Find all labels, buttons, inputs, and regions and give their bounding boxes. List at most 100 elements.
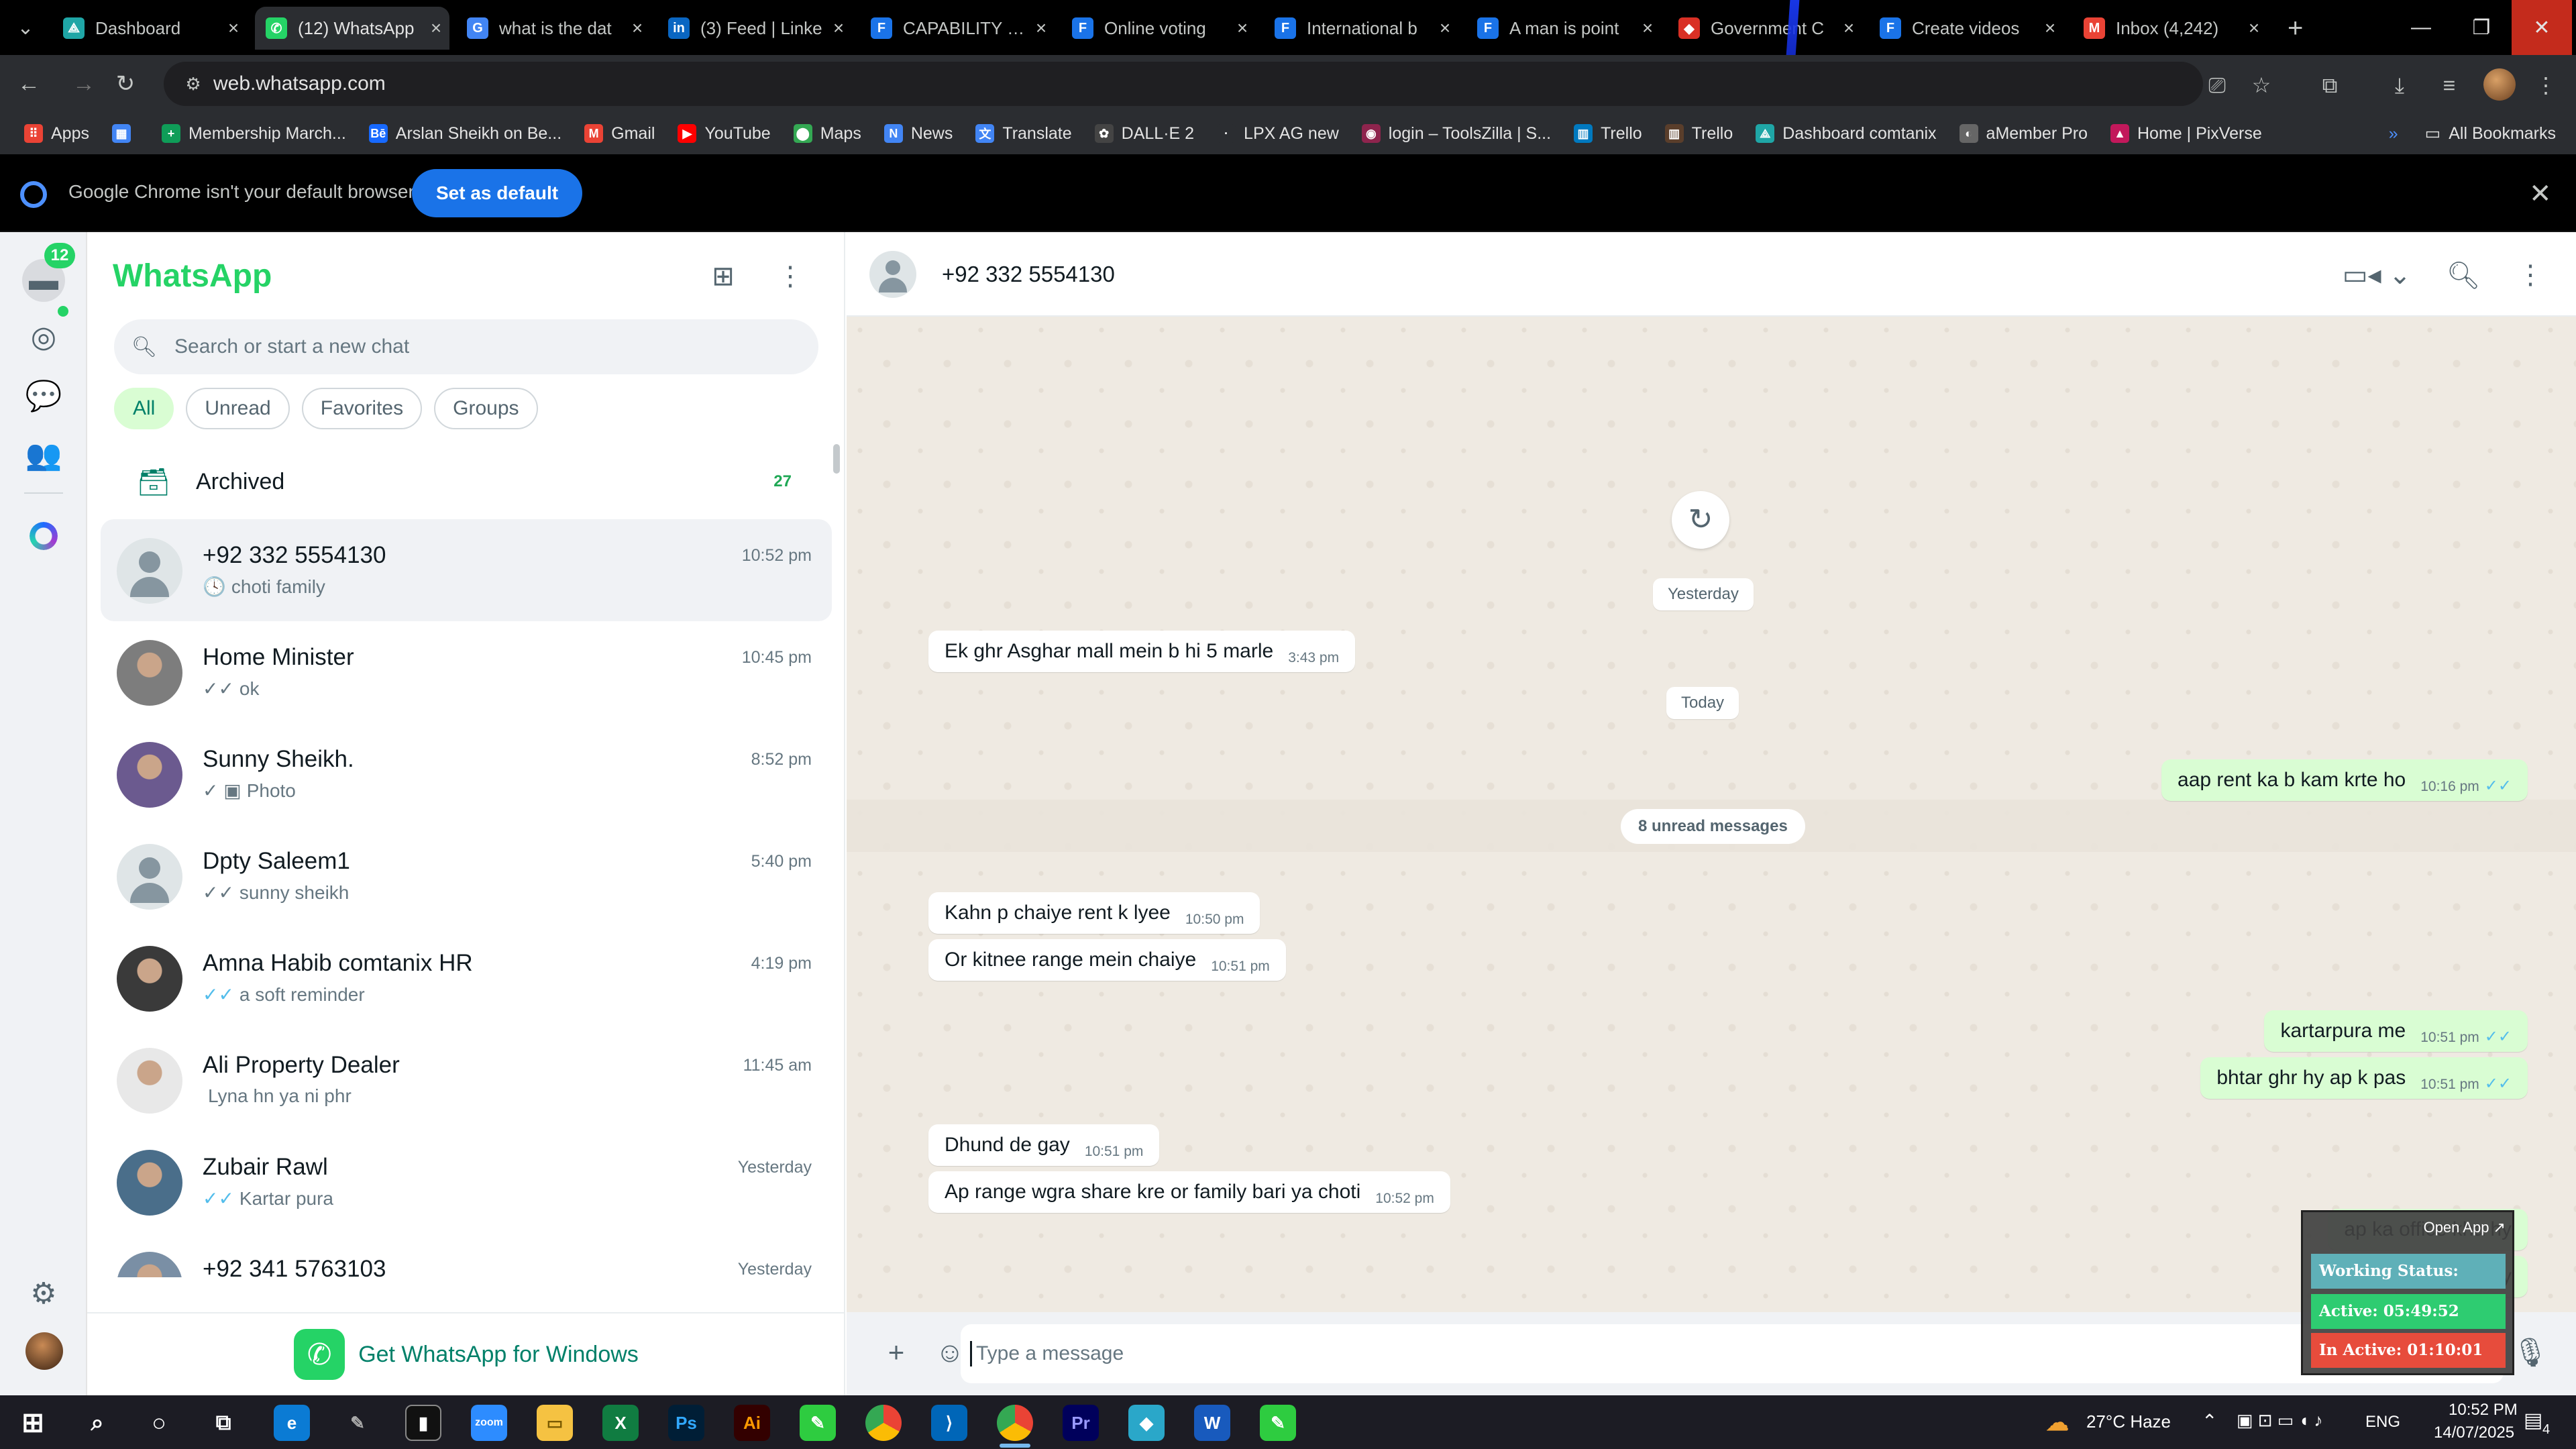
cortana-icon[interactable]: ○ — [141, 1405, 177, 1441]
file-explorer-icon[interactable]: ▭ — [537, 1405, 573, 1441]
new-tab-button[interactable]: + — [2288, 13, 2303, 44]
url-text[interactable]: web.whatsapp.com — [213, 72, 386, 95]
language-indicator[interactable]: ENG — [2365, 1413, 2400, 1432]
tab-title[interactable]: A man is point — [1509, 18, 1634, 39]
chat-avatar[interactable] — [117, 1252, 182, 1277]
incoming-message[interactable]: Dhund de gay 10:51 pm — [928, 1124, 1160, 1166]
settings-icon[interactable]: ⚙ — [22, 1272, 65, 1315]
tab-title[interactable]: Inbox (4,242) — [2116, 18, 2241, 39]
tab-title[interactable]: International b — [1307, 18, 1432, 39]
notification-center-icon[interactable]: ▤ — [2524, 1409, 2542, 1432]
tray-chevron-icon[interactable]: ⌃ — [2202, 1410, 2217, 1432]
chat-avatar[interactable] — [117, 742, 182, 808]
tab-close-icon[interactable]: × — [1432, 17, 1458, 39]
search-input[interactable]: 🔍︎ Search or start a new chat — [114, 319, 818, 374]
browser-tab[interactable]: ◆ Government C × — [1668, 7, 1862, 50]
tab-close-icon[interactable]: × — [2037, 17, 2063, 39]
new-chat-icon[interactable]: ⊞ — [703, 256, 743, 297]
edge-icon[interactable]: e — [274, 1405, 310, 1441]
media-controls-icon[interactable]: ≡ — [2432, 68, 2466, 102]
zoom-icon[interactable]: zoom — [471, 1405, 507, 1441]
chat-row[interactable]: +92 341 5763103⚲LocationYesterday — [101, 1233, 832, 1277]
attach-icon[interactable]: + — [876, 1332, 916, 1373]
tab-close-icon[interactable]: × — [825, 17, 852, 39]
tab-close-icon[interactable]: × — [1634, 17, 1661, 39]
chat-row[interactable]: Amna Habib comtanix HR ✓✓ a soft reminder 4… — [101, 927, 832, 1029]
incoming-message[interactable]: Ap range wgra share kre or family bari y… — [928, 1171, 1450, 1213]
install-app-icon[interactable]: ⎚ — [2200, 68, 2234, 102]
profile-avatar[interactable] — [2483, 68, 2516, 101]
incoming-message[interactable]: Ek ghr Asghar mall mein b hi 5 marle 3:43… — [928, 631, 1356, 672]
bookmark-label[interactable]: Gmail — [611, 124, 655, 144]
bookmark-item[interactable]: M Gmail — [584, 124, 655, 144]
bookmark-item[interactable]: N News — [883, 124, 953, 144]
tab-close-icon[interactable]: × — [2241, 17, 2267, 39]
outgoing-message[interactable]: kartarpura me 10:51 pm ✓✓ — [2264, 1010, 2528, 1052]
premiere-icon[interactable]: Pr — [1063, 1405, 1099, 1441]
get-whatsapp-banner[interactable]: ✆ Get WhatsApp for Windows — [87, 1312, 845, 1395]
pen-tool-icon[interactable]: ✎ — [339, 1405, 376, 1441]
chrome-menu-icon[interactable]: ⋮ — [2529, 68, 2563, 102]
weather-text[interactable]: 27°C Haze — [2086, 1411, 2171, 1432]
more-bookmarks-icon[interactable]: » — [2389, 124, 2398, 144]
get-whatsapp-label[interactable]: Get WhatsApp for Windows — [358, 1342, 639, 1368]
outgoing-message[interactable]: aap rent ka b kam krte ho 10:16 pm ✓✓ — [2161, 759, 2528, 801]
sidebar-menu-icon[interactable]: ⋮ — [770, 256, 810, 297]
bookmark-item[interactable]: ⬤ Maps — [793, 124, 861, 144]
browser-tab[interactable]: F CAPABILITY ST × — [860, 7, 1055, 50]
chrome-profile-icon[interactable] — [997, 1405, 1033, 1441]
tab-title[interactable]: (3) Feed | Linke — [700, 18, 825, 39]
tab-title[interactable]: (12) WhatsApp — [298, 18, 423, 39]
chat-avatar[interactable] — [117, 1048, 182, 1114]
microphone-icon[interactable]: 🎙︎ — [2510, 1332, 2551, 1373]
restore-icon[interactable]: ❐ — [2451, 0, 2512, 55]
bookmark-item[interactable]: ◉ login – ToolsZilla | S... — [1361, 124, 1551, 144]
bookmark-item[interactable]: + Membership March... — [161, 124, 346, 144]
open-app-link[interactable]: Open App ↗ — [2424, 1219, 2506, 1236]
tab-search-icon[interactable]: ⌄ — [12, 15, 39, 42]
tab-title[interactable]: Government C — [1711, 18, 1835, 39]
bookmark-item[interactable]: · LPX AG new — [1217, 124, 1339, 144]
load-older-refresh-icon[interactable]: ↻ — [1672, 491, 1729, 549]
bookmark-label[interactable]: LPX AG new — [1244, 124, 1339, 144]
chat-avatar[interactable] — [117, 844, 182, 910]
omnibox[interactable]: ⚙ web.whatsapp.com — [164, 62, 2203, 106]
browser-tab[interactable]: ⟁ Dashboard × — [52, 7, 247, 50]
search-messages-icon[interactable]: 🔍︎ — [2443, 255, 2483, 295]
chat-row[interactable]: Dpty Saleem1 ✓✓ sunny sheikh 5:40 pm — [101, 825, 832, 927]
excel-icon[interactable]: X — [602, 1405, 639, 1441]
bookmark-label[interactable]: Translate — [1002, 124, 1071, 144]
bookmark-label[interactable]: DALL·E 2 — [1122, 124, 1194, 144]
taskbar-search-icon[interactable]: ⌕ — [79, 1405, 115, 1441]
back-icon[interactable]: ← — [12, 67, 46, 101]
bookmark-label[interactable]: YouTube — [704, 124, 770, 144]
bookmark-label[interactable]: login – ToolsZilla | S... — [1389, 124, 1551, 144]
reload-icon[interactable]: ↻ — [109, 67, 142, 101]
bookmark-item[interactable]: ▥ Trello — [1574, 124, 1642, 144]
minimize-icon[interactable]: — — [2391, 0, 2451, 55]
camtasia-icon[interactable]: ✎ — [800, 1405, 836, 1441]
app-diamond-icon[interactable]: ◆ — [1128, 1405, 1165, 1441]
browser-tab[interactable]: ✆ (12) WhatsApp × — [255, 7, 449, 50]
filter-chip-favorites[interactable]: Favorites — [301, 388, 423, 429]
browser-tab[interactable]: F A man is point × — [1466, 7, 1661, 50]
filter-chip-groups[interactable]: Groups — [434, 388, 538, 429]
bookmark-item[interactable]: 文 Translate — [975, 124, 1072, 144]
tab-title[interactable]: Online voting — [1104, 18, 1229, 39]
infobar-close-icon[interactable]: ✕ — [2529, 178, 2552, 209]
chat-row[interactable]: Zubair Rawl ✓✓ Kartar pura Yesterday — [101, 1131, 832, 1233]
tab-title[interactable]: what is the dat — [499, 18, 624, 39]
task-view-icon[interactable]: ⧉ — [205, 1405, 241, 1441]
outgoing-message[interactable]: bhtar ghr hy ap k pas 10:51 pm ✓✓ — [2200, 1057, 2528, 1099]
meta-ai-icon[interactable] — [30, 522, 58, 550]
bookmark-item[interactable]: ▲ Home | PixVerse — [2110, 124, 2262, 144]
browser-tab[interactable]: in (3) Feed | Linke × — [657, 7, 852, 50]
bookmark-label[interactable]: Trello — [1692, 124, 1733, 144]
conversation-header[interactable]: +92 332 5554130 ▭◂ ⌄ 🔍︎ ⋮ — [847, 232, 2576, 317]
bookmark-label[interactable]: Apps — [51, 124, 89, 144]
chat-row[interactable]: Ali Property Dealer Lyna hn ya ni phr 11:4… — [101, 1029, 832, 1131]
contact-avatar[interactable] — [869, 251, 916, 298]
vscode-icon[interactable]: ⟩ — [931, 1405, 967, 1441]
bookmark-item[interactable]: ⟁ Dashboard comtanix — [1756, 124, 1937, 144]
tab-close-icon[interactable]: × — [624, 17, 651, 39]
